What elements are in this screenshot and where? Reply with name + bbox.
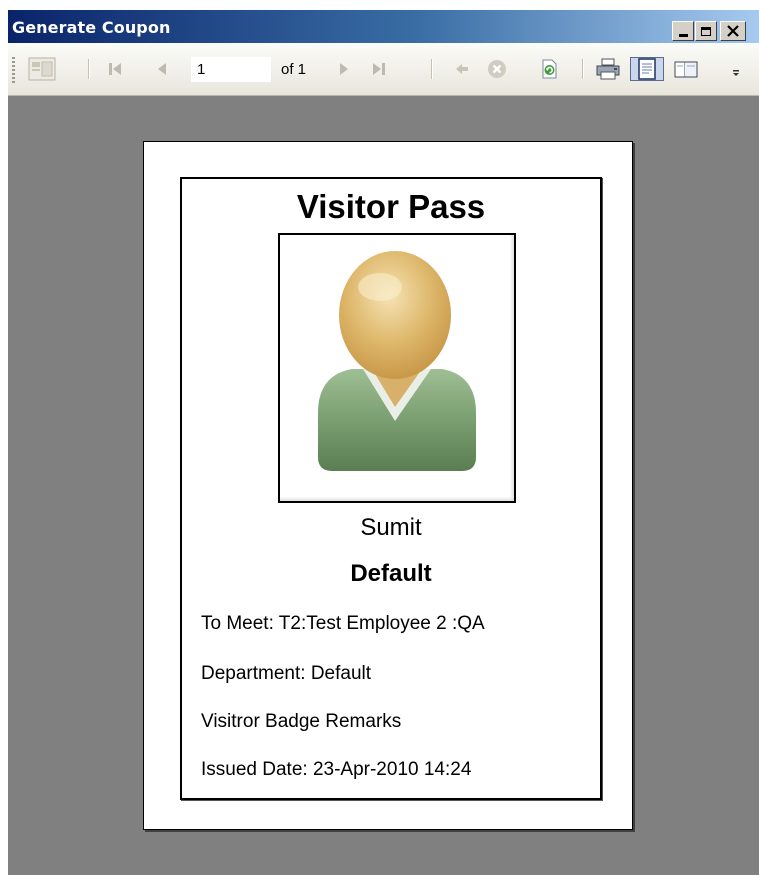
report-toolbar: of 1	[8, 43, 759, 96]
minimize-button[interactable]	[672, 21, 694, 41]
title-bar[interactable]: Generate Coupon	[8, 10, 759, 43]
print-button[interactable]	[592, 57, 624, 81]
back-button[interactable]	[448, 57, 476, 81]
back-arrow-icon	[456, 64, 468, 74]
visitor-badge: Visitor Pass Sumit Default To Meet: T2:T…	[180, 177, 602, 800]
toolbar-separator	[582, 59, 584, 79]
visitor-photo	[278, 233, 516, 503]
toolbar-grip[interactable]	[12, 57, 15, 83]
print-layout-icon	[638, 58, 656, 80]
previous-page-icon	[158, 63, 166, 75]
report-viewer-window: Generate Coupon 1 of 1 Visitor Pass Sumi…	[8, 10, 759, 875]
print-layout-button[interactable]	[630, 57, 664, 81]
page-number-input[interactable]	[191, 57, 271, 82]
visitor-company: Default	[350, 560, 432, 587]
document-map-icon	[28, 57, 56, 81]
next-page-button[interactable]	[330, 57, 358, 81]
first-page-button[interactable]	[100, 57, 130, 81]
maximize-icon	[701, 26, 711, 36]
stop-button[interactable]	[482, 57, 512, 81]
close-button[interactable]	[720, 21, 746, 41]
page-count-label: of 1	[281, 61, 307, 78]
close-icon	[727, 25, 739, 37]
maximize-button[interactable]	[695, 21, 717, 41]
badge-remarks-text: Visitror Badge Remarks	[201, 711, 402, 732]
report-page: Visitor Pass Sumit Default To Meet: T2:T…	[143, 141, 633, 830]
issued-date-text: Issued Date: 23-Apr-2010 14:24	[201, 759, 472, 780]
printer-icon	[596, 58, 620, 80]
toolbar-overflow-button[interactable]	[726, 57, 746, 81]
document-map-button[interactable]	[22, 57, 62, 81]
department-text: Department: Default	[201, 663, 372, 684]
report-preview-area[interactable]: Visitor Pass Sumit Default To Meet: T2:T…	[8, 96, 759, 875]
person-avatar-icon	[318, 251, 476, 471]
badge-title: Visitor Pass	[296, 188, 486, 225]
previous-page-button[interactable]	[148, 57, 176, 81]
next-page-icon	[340, 63, 348, 75]
page-setup-icon	[674, 61, 698, 78]
stop-icon	[488, 60, 506, 78]
toolbar-separator	[431, 59, 433, 79]
page-setup-button[interactable]	[670, 57, 702, 81]
to-meet-text: To Meet: T2:Test Employee 2 :QA	[201, 613, 485, 634]
window-title: Generate Coupon	[12, 18, 171, 37]
first-page-icon	[109, 63, 121, 75]
visitor-name: Sumit	[360, 514, 422, 541]
refresh-button[interactable]	[534, 57, 564, 81]
toolbar-separator	[88, 59, 90, 79]
chevron-down-icon	[733, 70, 739, 76]
refresh-icon	[542, 59, 557, 79]
last-page-icon	[373, 63, 385, 75]
minimize-icon	[678, 34, 688, 37]
last-page-button[interactable]	[364, 57, 394, 81]
